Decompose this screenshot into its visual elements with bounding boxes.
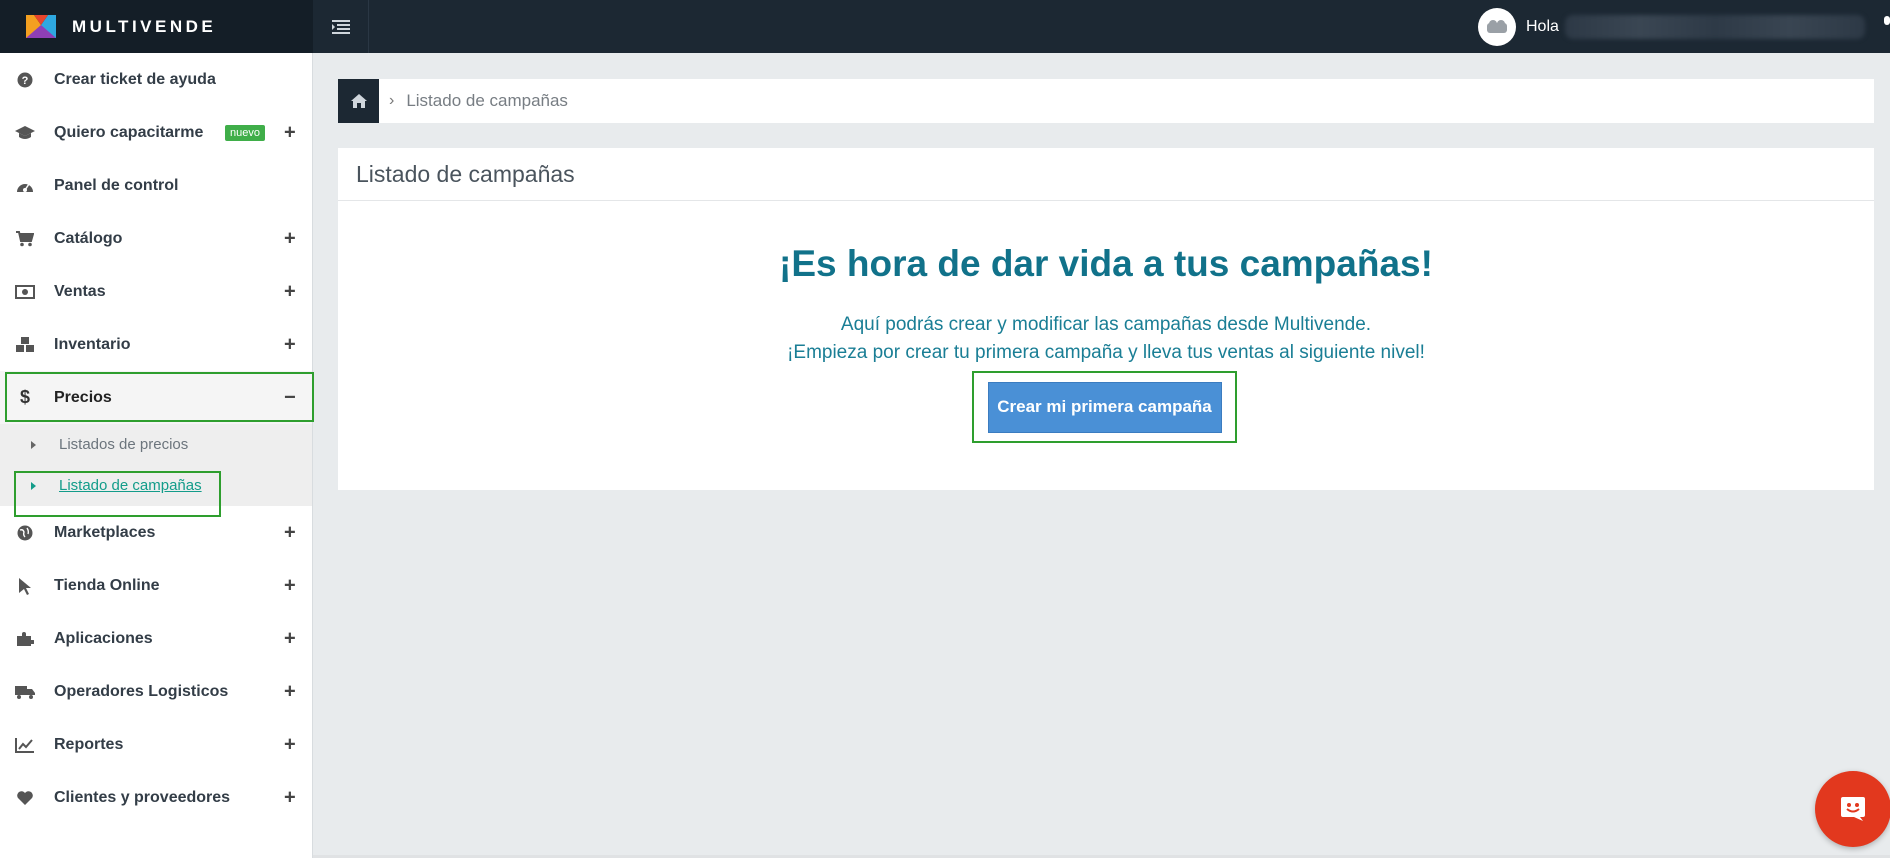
- sidebar-item-clientes-proveedores[interactable]: Clientes y proveedores +: [0, 771, 312, 824]
- chat-widget-button[interactable]: [1815, 771, 1890, 847]
- sidebar-item-label: Crear ticket de ayuda: [54, 70, 216, 88]
- sidebar-item-label: Precios: [54, 388, 112, 406]
- line-chart-icon: [15, 735, 35, 755]
- sidebar-item-tienda-online[interactable]: Tienda Online +: [0, 559, 312, 612]
- expand-icon[interactable]: +: [284, 227, 296, 250]
- sidebar-item-label: Quiero capacitarme: [54, 123, 204, 141]
- expand-icon[interactable]: +: [284, 280, 296, 303]
- sidebar-item-inventario[interactable]: Inventario +: [0, 318, 312, 371]
- user-name-redacted: [1564, 14, 1865, 39]
- top-right-dot: [1884, 16, 1890, 25]
- sidebar-item-label: Marketplaces: [54, 523, 156, 541]
- dashboard-icon: [15, 176, 35, 196]
- page-title: Listado de campañas: [356, 160, 575, 187]
- sidebar-item-ventas[interactable]: Ventas +: [0, 265, 312, 318]
- sidebar-item-aplicaciones[interactable]: Aplicaciones +: [0, 612, 312, 665]
- globe-icon: [15, 523, 35, 543]
- sidebar-item-panel-control[interactable]: Panel de control: [0, 159, 312, 212]
- sidebar-subitem-listado-campanas[interactable]: Listado de campañas: [0, 465, 312, 506]
- sidebar-subitem-label: Listados de precios: [59, 436, 189, 453]
- dollar-icon: $: [19, 387, 30, 407]
- sidebar-item-label: Ventas: [54, 282, 106, 300]
- svg-text:?: ?: [22, 75, 29, 87]
- expand-icon[interactable]: +: [284, 574, 296, 597]
- create-first-campaign-button[interactable]: Crear mi primera campaña: [987, 381, 1222, 433]
- sidebar: ? Crear ticket de ayuda Quiero capacitar…: [0, 53, 314, 858]
- brand-name: MULTIVENDE: [72, 16, 217, 36]
- expand-icon[interactable]: +: [284, 786, 296, 809]
- graduation-cap-icon: [15, 123, 35, 143]
- hero-description-line-1: Aquí podrás crear y modificar las campañ…: [840, 314, 1372, 335]
- sidebar-item-catalogo[interactable]: Catálogo +: [0, 212, 312, 265]
- hero-description-line-2: ¡Empieza por crear tu primera campaña y …: [787, 342, 1425, 363]
- heart-icon: [15, 788, 35, 808]
- expand-icon[interactable]: +: [284, 627, 296, 650]
- sidebar-item-marketplaces[interactable]: Marketplaces +: [0, 506, 312, 559]
- sidebar-item-label: Tienda Online: [54, 576, 160, 594]
- sidebar-item-label: Reportes: [54, 735, 124, 753]
- breadcrumb: › Listado de campañas: [338, 79, 1874, 123]
- truck-icon: [15, 682, 35, 702]
- expand-icon[interactable]: +: [284, 680, 296, 703]
- expand-icon[interactable]: +: [284, 121, 296, 144]
- caret-right-icon: [31, 440, 36, 449]
- user-avatar-icon: [1487, 19, 1507, 33]
- cubes-icon: [15, 335, 35, 355]
- sidebar-item-label: Operadores Logisticos: [54, 682, 229, 700]
- brand[interactable]: MULTIVENDE: [0, 0, 313, 53]
- menu-toggle-button[interactable]: [313, 0, 369, 53]
- breadcrumb-separator: ›: [389, 92, 395, 109]
- multivende-logo-icon: [26, 14, 56, 38]
- sidebar-item-label: Panel de control: [54, 176, 179, 194]
- user-menu[interactable]: Hola: [1478, 7, 1865, 46]
- pointer-icon: [15, 576, 35, 596]
- sidebar-item-capacitarme[interactable]: Quiero capacitarme nuevo +: [0, 106, 312, 159]
- breadcrumb-current: Listado de campañas: [406, 91, 568, 110]
- money-icon: [15, 282, 35, 302]
- hero-title: ¡Es hora de dar vida a tus campañas!: [779, 243, 1433, 284]
- avatar: [1478, 7, 1516, 46]
- menu-icon: [331, 19, 350, 34]
- sidebar-item-label: Inventario: [54, 335, 131, 353]
- expand-icon[interactable]: +: [284, 521, 296, 544]
- caret-right-icon: [31, 481, 36, 490]
- campaigns-panel: Listado de campañas ¡Es hora de dar vida…: [338, 148, 1874, 490]
- highlight-cta: Crear mi primera campaña: [972, 371, 1237, 443]
- question-circle-icon: ?: [15, 70, 35, 90]
- user-greeting: Hola: [1526, 17, 1559, 35]
- top-bar: MULTIVENDE Hola: [0, 0, 1890, 53]
- sidebar-item-operadores-logisticos[interactable]: Operadores Logisticos +: [0, 665, 312, 718]
- sidebar-subitem-listados-precios[interactable]: Listados de precios: [0, 424, 312, 465]
- sidebar-item-reportes[interactable]: Reportes +: [0, 718, 312, 771]
- home-button[interactable]: [338, 79, 379, 123]
- sidebar-subitem-label: Listado de campañas: [59, 477, 202, 494]
- sidebar-item-crear-ticket[interactable]: ? Crear ticket de ayuda: [0, 53, 312, 106]
- home-icon: [350, 94, 367, 108]
- sidebar-item-precios[interactable]: $ Precios −: [0, 371, 312, 424]
- panel-header: Listado de campañas: [338, 148, 1874, 201]
- expand-icon[interactable]: +: [284, 333, 296, 356]
- chat-smile-icon: [1841, 797, 1865, 821]
- precios-submenu: Listados de precios Listado de campañas: [0, 424, 312, 506]
- collapse-icon[interactable]: −: [284, 386, 296, 409]
- sidebar-item-label: Clientes y proveedores: [54, 788, 231, 806]
- new-badge: nuevo: [225, 124, 265, 141]
- expand-icon[interactable]: +: [284, 733, 296, 756]
- sidebar-item-label: Catálogo: [54, 229, 123, 247]
- cart-icon: [15, 229, 35, 249]
- puzzle-icon: [15, 629, 35, 649]
- sidebar-item-label: Aplicaciones: [54, 629, 153, 647]
